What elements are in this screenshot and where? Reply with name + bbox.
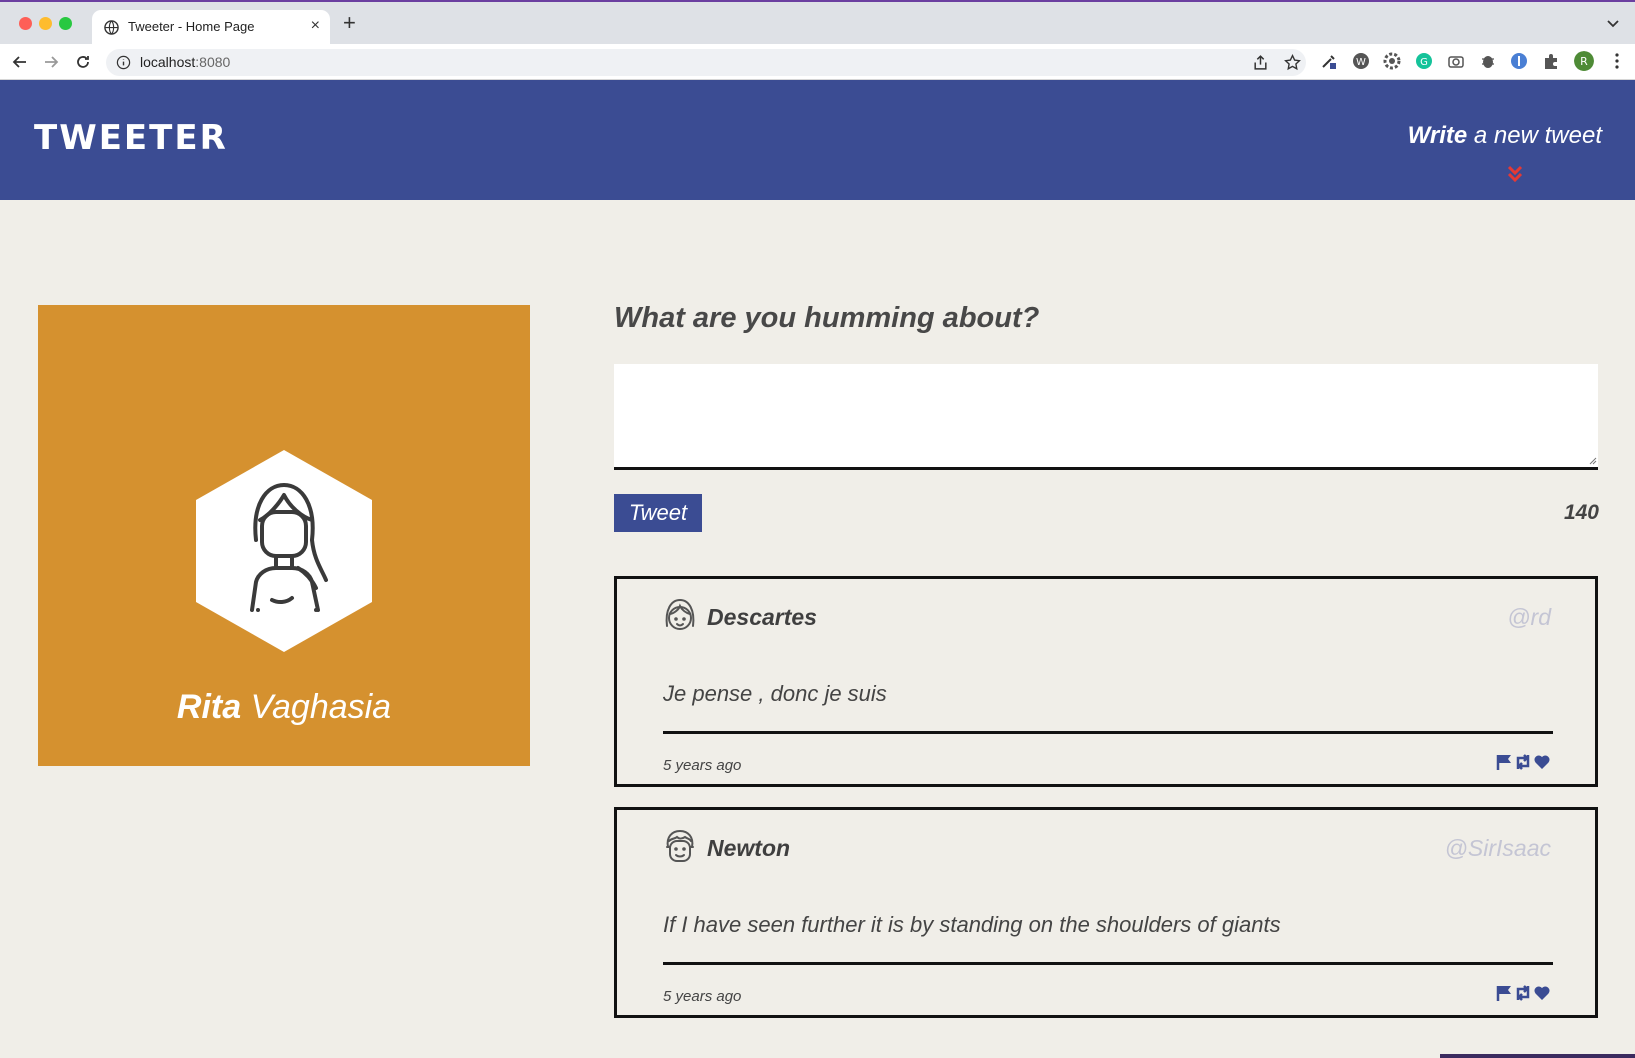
flag-icon[interactable]	[1495, 753, 1513, 771]
site-info-icon[interactable]	[116, 55, 131, 70]
compose-heading: What are you humming about?	[614, 302, 1040, 334]
double-chevron-down-icon[interactable]	[1507, 165, 1523, 183]
kebab-menu-icon[interactable]	[1608, 52, 1626, 70]
tweet-card: Descartes @rd Je pense , donc je suis 5 …	[614, 576, 1598, 787]
girl-avatar-icon	[665, 598, 695, 630]
svg-text:W: W	[1356, 57, 1366, 68]
svg-text:G: G	[1420, 57, 1428, 68]
tweet-author-name[interactable]: Newton	[707, 835, 790, 862]
reload-icon[interactable]	[73, 52, 93, 72]
heart-icon[interactable]	[1533, 753, 1551, 771]
tweet-author-handle[interactable]: @SirIsaac	[1445, 835, 1551, 862]
share-icon[interactable]	[1252, 54, 1269, 71]
tweet-timestamp: 5 years ago	[663, 988, 742, 1005]
divider	[663, 731, 1553, 734]
new-tab-button[interactable]: +	[343, 12, 356, 34]
write-new-tweet-link[interactable]: Write a new tweet	[1408, 122, 1602, 150]
puzzle-extensions-icon[interactable]	[1542, 52, 1560, 70]
tweet-timestamp: 5 years ago	[663, 757, 742, 774]
app-header: TWEETER Write a new tweet	[0, 80, 1635, 200]
user-avatar-icon	[196, 450, 372, 652]
eyedropper-extension-icon[interactable]	[1320, 52, 1338, 70]
browser-tab-bar: Tweeter - Home Page × +	[0, 0, 1635, 46]
tweet-body: If I have seen further it is by standing…	[663, 912, 1281, 937]
character-counter: 140	[1563, 501, 1599, 524]
browser-toolbar: localhost:8080 W G R	[0, 44, 1635, 80]
tweet-author-handle[interactable]: @rd	[1507, 604, 1551, 631]
gear-extension-icon[interactable]	[1383, 52, 1401, 70]
profile-name: Rita Vaghasia	[176, 688, 392, 726]
wordpress-extension-icon[interactable]: W	[1352, 52, 1370, 70]
tweet-card: Newton @SirIsaac If I have seen further …	[614, 807, 1598, 1018]
divider	[663, 962, 1553, 965]
heart-icon[interactable]	[1533, 984, 1551, 1002]
resize-grip-icon[interactable]	[1587, 455, 1597, 465]
retweet-icon[interactable]	[1514, 984, 1532, 1002]
flag-icon[interactable]	[1495, 984, 1513, 1002]
window-edge-accent	[1440, 1054, 1635, 1058]
tweet-submit-button[interactable]: Tweet	[614, 494, 702, 532]
tab-close-button[interactable]: ×	[311, 17, 320, 35]
bug-extension-icon[interactable]	[1479, 52, 1497, 70]
retweet-icon[interactable]	[1514, 753, 1532, 771]
tweet-actions	[1495, 753, 1551, 773]
app-logo[interactable]: TWEETER	[34, 118, 228, 158]
grammarly-extension-icon[interactable]: G	[1415, 52, 1433, 70]
tweet-textarea[interactable]	[614, 364, 1598, 470]
svg-text:R: R	[1580, 55, 1588, 68]
tweet-body: Je pense , donc je suis	[663, 681, 887, 706]
close-window-button[interactable]	[19, 17, 32, 30]
profile-card: Rita Vaghasia	[38, 305, 530, 766]
address-bar[interactable]: localhost:8080	[106, 49, 1306, 76]
profile-avatar[interactable]: R	[1574, 51, 1594, 71]
camera-extension-icon[interactable]	[1447, 52, 1465, 70]
minimize-window-button[interactable]	[39, 17, 52, 30]
boy-avatar-icon	[666, 829, 694, 862]
back-arrow-icon[interactable]	[10, 52, 30, 72]
tab-title: Tweeter - Home Page	[128, 19, 255, 34]
maximize-window-button[interactable]	[59, 17, 72, 30]
bookmark-star-icon[interactable]	[1284, 54, 1301, 71]
tweet-author-name[interactable]: Descartes	[707, 604, 817, 631]
url-text: localhost:8080	[140, 54, 231, 70]
1password-extension-icon[interactable]	[1510, 52, 1528, 70]
tab-search-chevron-icon[interactable]	[1605, 15, 1621, 31]
tweet-actions	[1495, 984, 1551, 1004]
forward-arrow-icon[interactable]	[41, 52, 61, 72]
globe-icon	[104, 20, 119, 35]
browser-tab[interactable]: Tweeter - Home Page ×	[92, 10, 330, 46]
